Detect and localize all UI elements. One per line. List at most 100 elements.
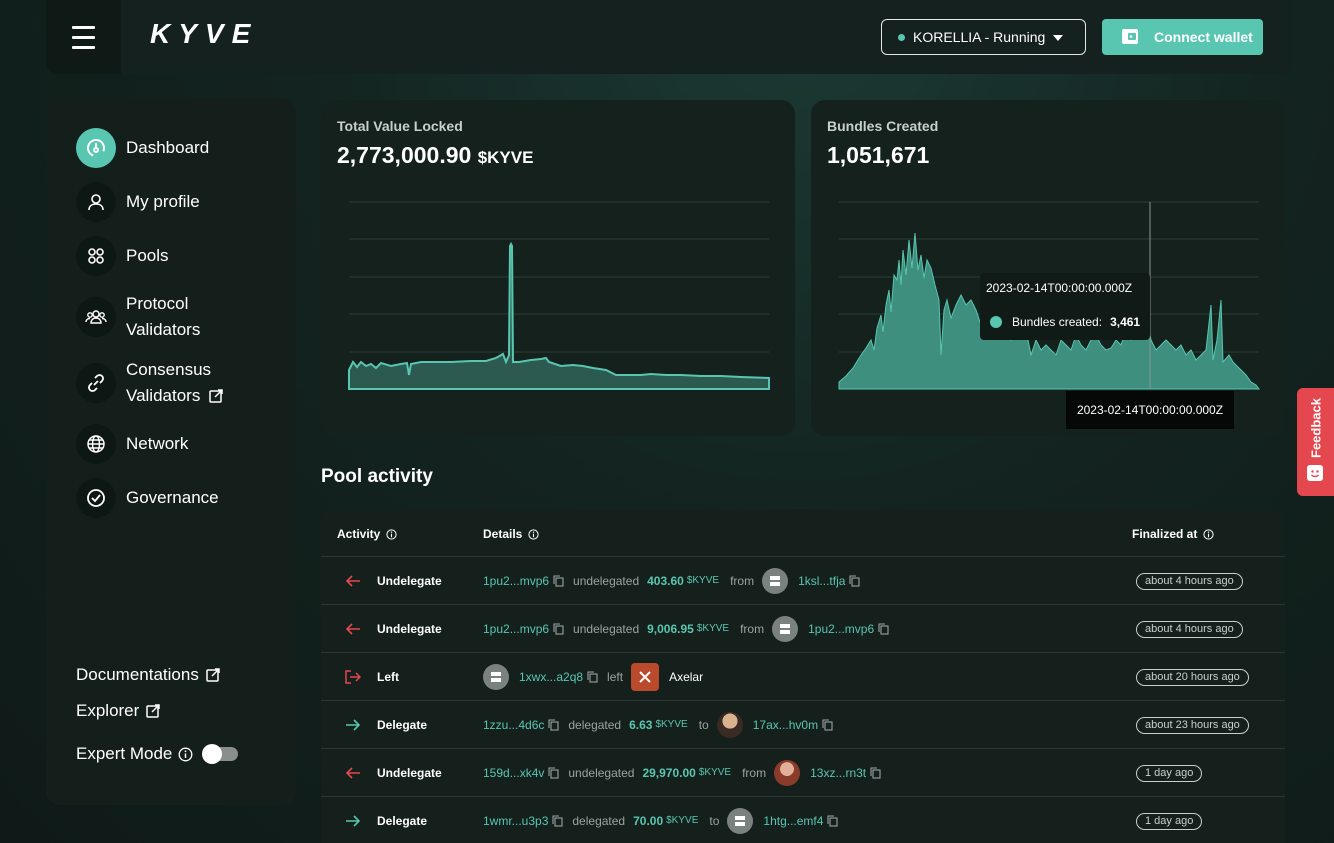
address-link[interactable]: 1pu2...mvp6 (483, 574, 549, 588)
sidebar-item-label-group: Consensus Validators (126, 357, 223, 409)
expert-mode-toggle[interactable] (202, 744, 238, 764)
header-activity-label: Activity (337, 527, 381, 541)
time-badge: 1 day ago (1136, 813, 1203, 830)
copy-icon[interactable] (548, 766, 559, 779)
tooltip-date: 2023-02-14T00:00:00.000Z (986, 281, 1133, 295)
info-icon[interactable] (1203, 528, 1214, 540)
sidebar-item-label: Pools (126, 246, 169, 265)
table-row[interactable]: Undelegate 1pu2...mvp6 undelegated 403.6… (321, 556, 1285, 604)
explorer-label: Explorer (76, 701, 140, 720)
activity-verb: left (607, 669, 624, 684)
activity-type: Left (377, 670, 399, 684)
amount: 6.63 (629, 717, 653, 732)
table-row[interactable]: Delegate 1zzu...4d6c delegated 6.63 $KYV… (321, 700, 1285, 748)
users-group-icon (76, 297, 116, 337)
sidebar-item-label: Network (126, 434, 189, 453)
copy-icon[interactable] (587, 670, 598, 683)
arrow-left-icon (345, 767, 360, 779)
sidebar-item-label: Governance (126, 488, 219, 507)
amount: 403.60 (647, 573, 684, 588)
link-icon (76, 363, 116, 403)
bundles-chart[interactable] (811, 100, 1285, 436)
explorer-link[interactable]: Explorer (76, 701, 161, 721)
network-status-label: KORELLIA - Running (913, 29, 1046, 45)
hamburger-menu-icon[interactable] (46, 0, 121, 74)
amount: 9,006.95 (647, 621, 694, 636)
sidebar-item-network[interactable]: Network (76, 424, 188, 464)
documentation-link[interactable]: Documentations (76, 665, 220, 685)
table-row[interactable]: Undelegate 159d...xk4v undelegated 29,97… (321, 748, 1285, 796)
documentation-label: Documentations (76, 665, 199, 684)
copy-icon[interactable] (870, 766, 881, 779)
amount-unit: $KYVE (698, 767, 732, 778)
feedback-tab[interactable]: Feedback (1297, 388, 1334, 496)
sidebar-item-label-group: Protocol Validators (126, 291, 200, 343)
validator-avatar (716, 711, 743, 738)
check-circle-icon (76, 478, 116, 518)
smiley-icon (1307, 465, 1323, 481)
external-link-icon (209, 389, 223, 403)
copy-icon[interactable] (878, 622, 889, 635)
address-link[interactable]: 1pu2...mvp6 (808, 622, 874, 636)
header-finalized-label: Finalized at (1132, 527, 1198, 541)
info-icon[interactable] (386, 528, 397, 540)
copy-icon[interactable] (553, 622, 564, 635)
table-header: Activity Details Finalized at (321, 509, 1285, 556)
copy-icon[interactable] (822, 718, 833, 731)
pool-name[interactable]: Axelar (669, 670, 703, 684)
pool-activity-title: Pool activity (321, 466, 433, 487)
amount: 29,970.00 (642, 765, 696, 780)
activity-verb: delegated (572, 813, 626, 828)
activity-type: Delegate (377, 718, 428, 732)
dashboard-gauge-icon (76, 128, 116, 168)
sidebar-item-pools[interactable]: Pools (76, 236, 169, 276)
copy-icon[interactable] (553, 574, 564, 587)
connect-wallet-button[interactable]: Connect wallet (1102, 19, 1263, 55)
preposition: to (709, 813, 720, 828)
tooltip-label: Bundles created: (1012, 315, 1103, 329)
kyve-logo[interactable]: KYVE (150, 18, 258, 50)
top-bar: KYVE KORELLIA - Running Connect wallet (46, 0, 1293, 74)
copy-icon[interactable] (552, 814, 563, 827)
sidebar-item-consensus-validators[interactable]: Consensus Validators (76, 357, 223, 409)
address-link[interactable]: 1xwx...a2q8 (519, 670, 583, 684)
sidebar-item-my-profile[interactable]: My profile (76, 182, 200, 222)
address-link[interactable]: 1pu2...mvp6 (483, 622, 549, 636)
expert-mode-label: Expert Mode (76, 744, 173, 763)
info-icon[interactable] (528, 528, 539, 540)
copy-icon[interactable] (548, 718, 559, 731)
sidebar-item-dashboard[interactable]: Dashboard (76, 128, 209, 168)
address-link[interactable]: 159d...xk4v (483, 766, 544, 780)
table-row[interactable]: Left 1xwx...a2q8 left Axelar about 20 ho… (321, 652, 1285, 700)
sidebar: Dashboard My profile Pools Protocol Vali… (46, 99, 296, 805)
activity-details: 1zzu...4d6c delegated 6.63 $KYVE to 17ax… (483, 701, 842, 748)
sidebar-item-label: My profile (126, 192, 200, 211)
time-badge: about 4 hours ago (1136, 573, 1243, 590)
address-link[interactable]: 13xz...rn3t (810, 766, 866, 780)
copy-icon[interactable] (849, 574, 860, 587)
activity-details: 1pu2...mvp6 undelegated 403.60 $KYVE fro… (483, 557, 869, 604)
table-row[interactable]: Delegate 1wmr...u3p3 delegated 70.00 $KY… (321, 796, 1285, 843)
tooltip-row: Bundles created: 3,461 (990, 315, 1140, 329)
arrow-right-icon (346, 719, 361, 731)
sidebar-item-governance[interactable]: Governance (76, 478, 219, 518)
header-finalized: Finalized at (1132, 527, 1214, 541)
validator-avatar (774, 759, 801, 786)
validator-avatar (727, 807, 754, 834)
sidebar-item-protocol-validators[interactable]: Protocol Validators (76, 291, 200, 343)
validator-avatar (762, 567, 789, 594)
address-link[interactable]: 17ax...hv0m (753, 718, 818, 732)
table-row[interactable]: Undelegate 1pu2...mvp6 undelegated 9,006… (321, 604, 1285, 652)
copy-icon[interactable] (827, 814, 838, 827)
axelar-pool-icon (631, 662, 660, 691)
tvl-chart[interactable] (321, 100, 795, 436)
network-selector[interactable]: KORELLIA - Running (881, 19, 1086, 55)
connect-wallet-label: Connect wallet (1154, 29, 1253, 45)
address-link[interactable]: 1wmr...u3p3 (483, 814, 548, 828)
header-activity: Activity (337, 527, 397, 541)
address-link[interactable]: 1zzu...4d6c (483, 718, 544, 732)
sidebar-item-label: Consensus (126, 360, 212, 379)
wallet-icon (1122, 29, 1138, 44)
address-link[interactable]: 1ksl...tfja (798, 574, 845, 588)
address-link[interactable]: 1htg...emf4 (763, 814, 823, 828)
